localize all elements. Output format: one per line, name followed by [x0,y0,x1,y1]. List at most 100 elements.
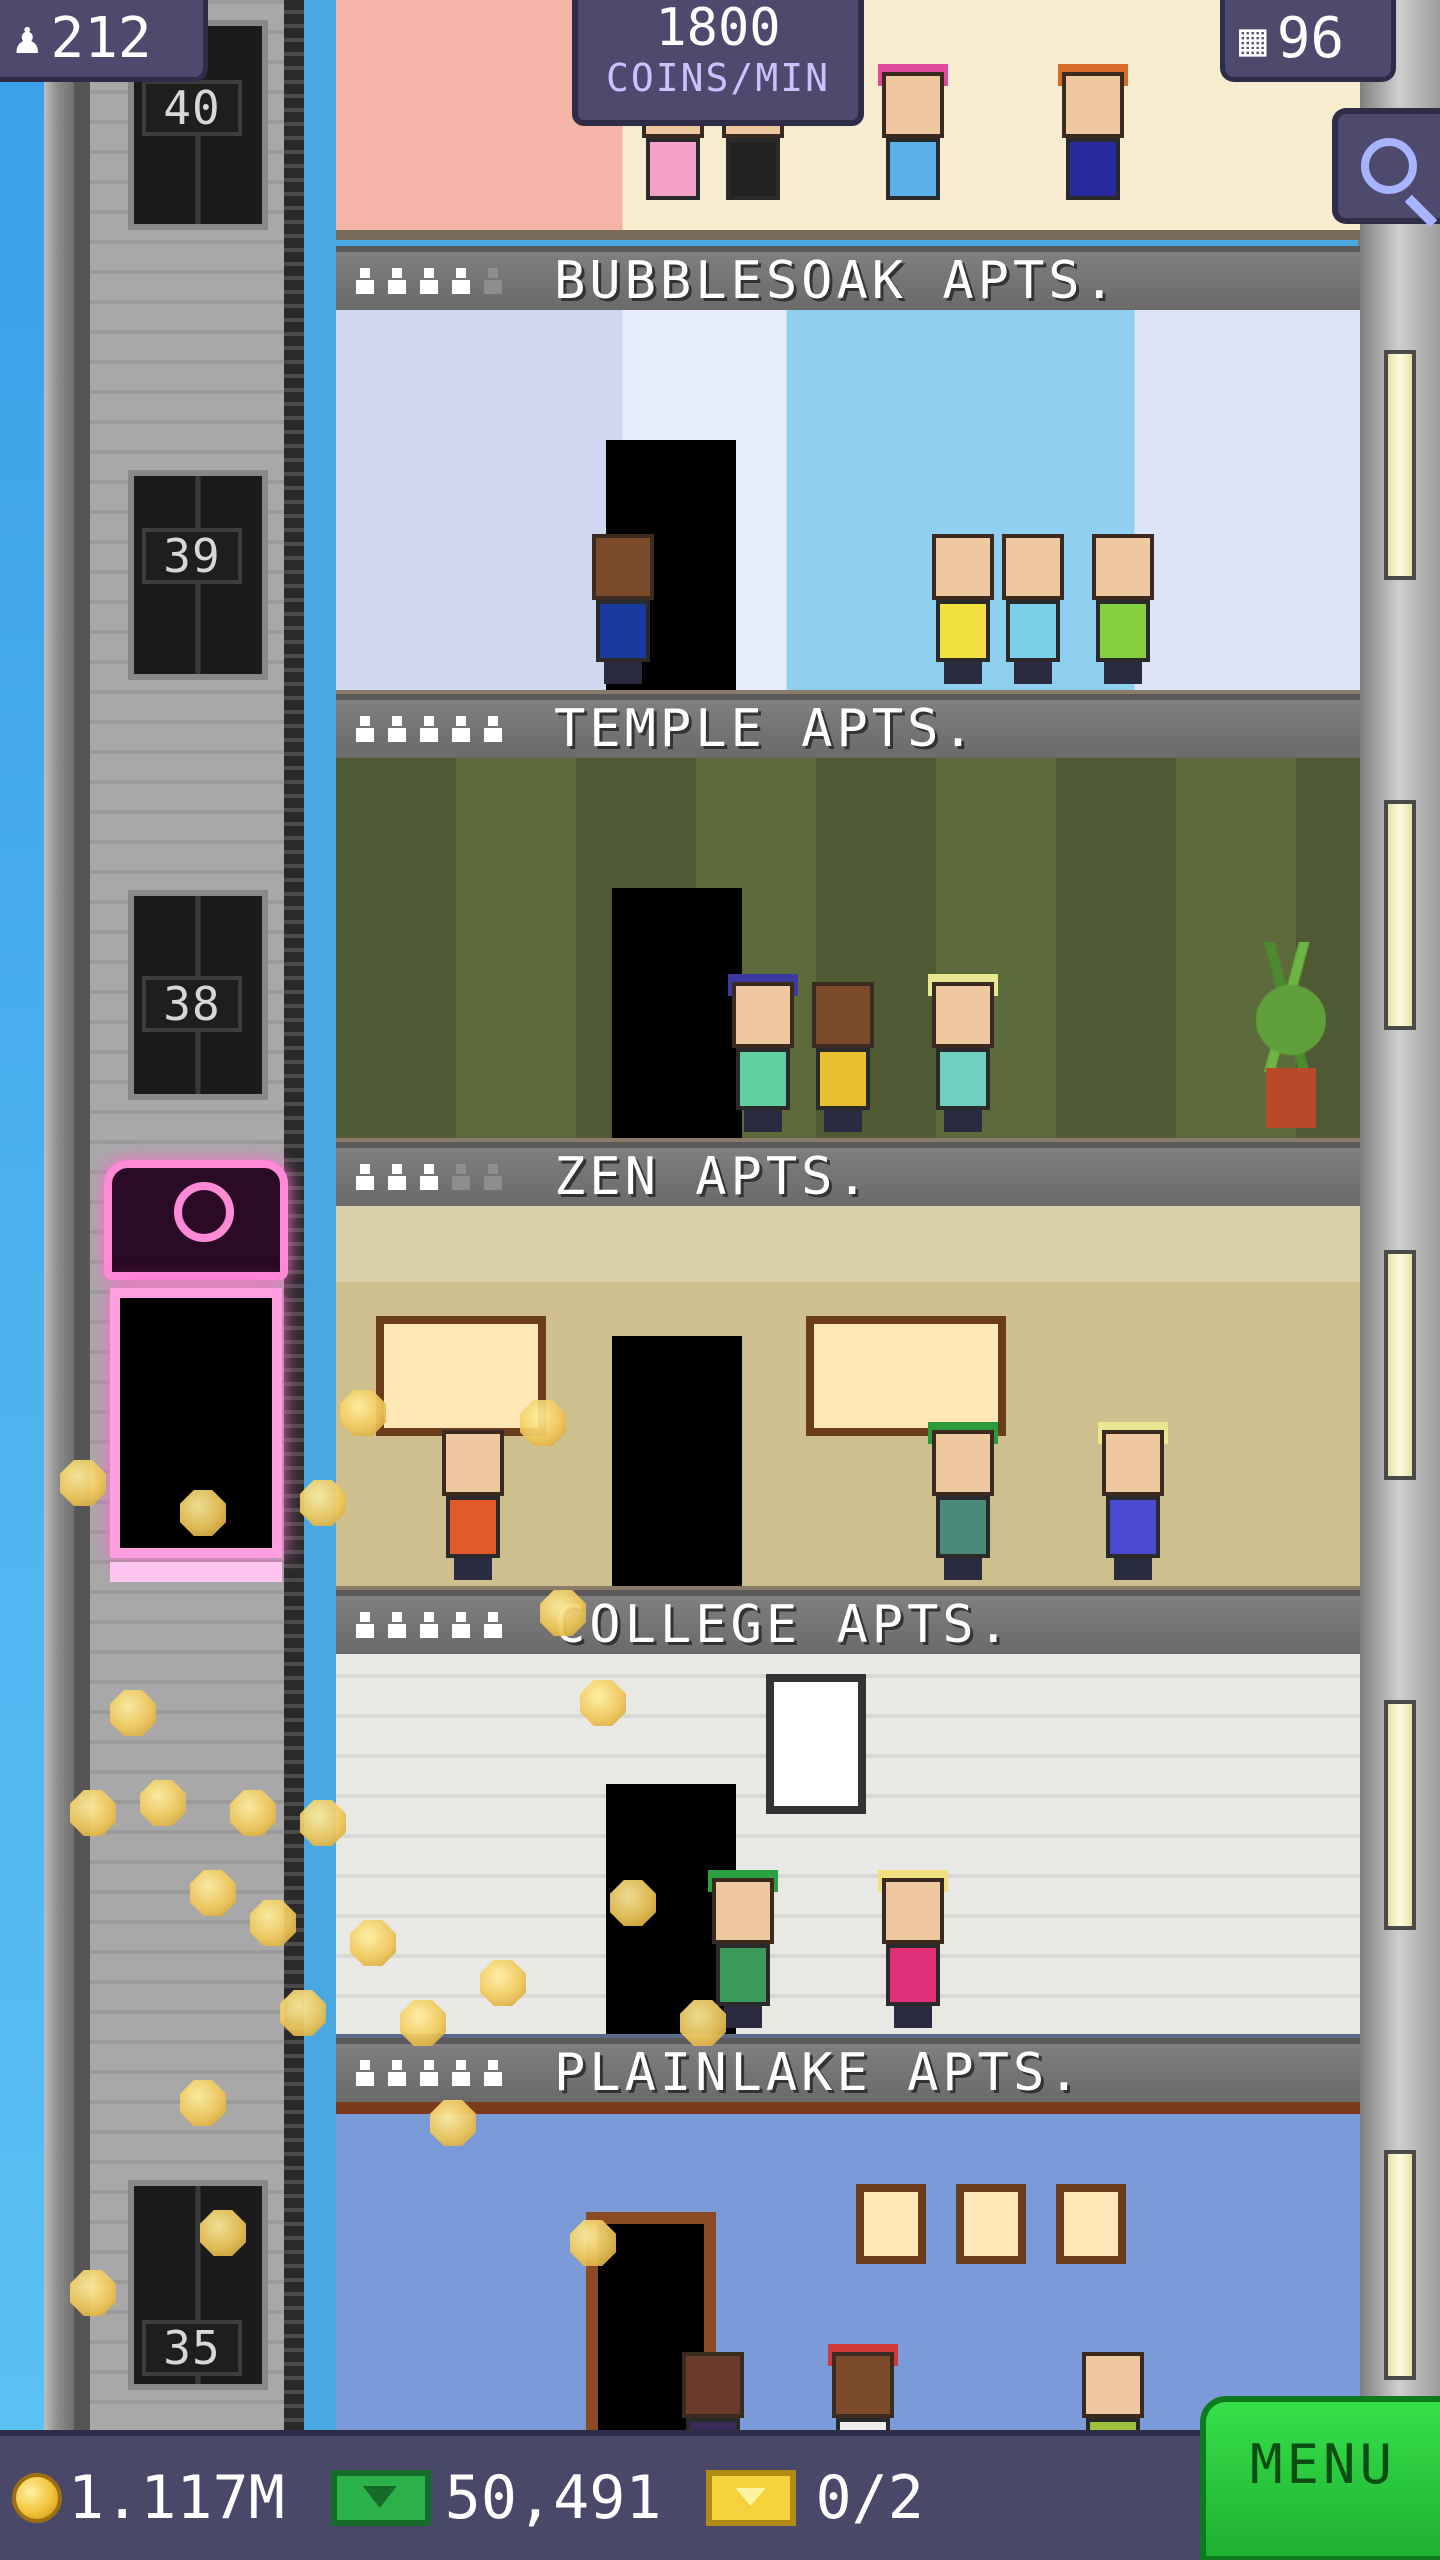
floor-name: ZEN APTS. [554,1147,872,1207]
wall-poster [766,1674,866,1814]
resident[interactable] [586,534,660,684]
room-interior [336,310,1360,700]
floor-temple[interactable]: TEMPLE APTS. [336,694,1360,1148]
falling-coin [610,1880,656,1926]
floor-zen[interactable]: ZEN APTS. [336,1142,1360,1596]
person-icon [482,2060,504,2086]
floor-bubblesoak[interactable]: BUBBLESOAK APTS. [336,246,1360,700]
falling-coin [110,1690,156,1736]
resident[interactable] [726,974,800,1132]
falling-coin [230,1790,276,1836]
population-value: 212 [50,6,152,71]
falling-coin [70,1790,116,1836]
falling-coin [480,1960,526,2006]
floor-header: ZEN APTS. [336,1142,1360,1207]
resident[interactable] [436,1430,510,1580]
falling-coin [680,2000,726,2046]
menu-button[interactable]: MENU [1200,2396,1440,2560]
person-icon [450,2060,472,2086]
person-icon [418,268,440,294]
person-icon [354,2060,376,2086]
falling-coin [190,1870,236,1916]
floor-header: BUBBLESOAK APTS. [336,246,1360,311]
resident[interactable] [1076,2352,1150,2442]
exterior-window-light [1384,350,1416,580]
building-icon: ▦ [1239,11,1267,66]
resident[interactable] [1056,64,1130,222]
resident[interactable] [996,534,1070,684]
room-interior [336,1206,1360,1596]
exterior-window-light [1384,1700,1416,1930]
resident[interactable] [1086,534,1160,684]
elevator-crown [104,1160,288,1280]
bottom-status-bar: 1.117M 50,491 0/2 MENU [0,2396,1440,2560]
person-icon [386,268,408,294]
person-icon [418,2060,440,2086]
person-icon [354,716,376,742]
person-icon [418,1164,440,1190]
population-counter[interactable]: ♟ 212 [0,0,208,82]
resident-capacity [354,716,554,742]
resident[interactable] [1096,1422,1170,1580]
resident[interactable] [826,2344,900,2442]
floor-name: COLLEGE APTS. [554,1595,1013,1655]
coin-icon [12,2473,62,2523]
falling-coin [580,1680,626,1726]
floor-number-label: 39 [142,528,242,584]
resident-capacity [354,1164,554,1190]
picture-frame [856,2184,926,2264]
left-exterior-wall [44,0,74,2560]
coins-value: 1.117M [68,2463,285,2533]
coins-per-minute-display[interactable]: 1800 COINS/MIN [572,0,864,126]
golden-ticket-icon [705,2470,796,2526]
tickets-value: 0/2 [815,2463,924,2533]
resident[interactable] [876,64,950,222]
resident[interactable] [876,1870,950,2028]
person-icon [386,716,408,742]
floor-header: TEMPLE APTS. [336,694,1360,759]
person-icon-empty [482,268,504,294]
falling-coin [300,1480,346,1526]
falling-coin [340,1390,386,1436]
falling-coin [60,1460,106,1506]
stories-value: 96 [1276,6,1345,71]
falling-coin [400,2000,446,2046]
stories-counter[interactable]: ▦ 96 [1220,0,1396,82]
person-icon [450,1612,472,1638]
person-icon [482,1612,504,1638]
person-icon [386,2060,408,2086]
room-interior [336,2102,1360,2442]
resident-capacity [354,2060,554,2086]
bux-value: 50,491 [444,2463,662,2533]
elevator-base [110,1562,282,1582]
person-icon [354,1164,376,1190]
floor-name: BUBBLESOAK APTS. [554,251,1119,311]
tower-bux-icon [330,2470,431,2526]
person-icon [386,1612,408,1638]
resident[interactable] [806,982,880,1132]
resident[interactable] [676,2352,750,2442]
floor-plainlake[interactable]: PLAINLAKE APTS. [336,2038,1360,2442]
resident[interactable] [926,534,1000,684]
room-interior [336,758,1360,1148]
wall-window [806,1316,1006,1436]
person-icon [354,268,376,294]
exterior-window-light [1384,1250,1416,1480]
picture-frame [956,2184,1026,2264]
falling-coin [250,1900,296,1946]
magnifier-icon [1361,138,1417,194]
resident[interactable] [926,974,1000,1132]
room-door [612,888,742,1138]
search-button[interactable] [1332,108,1440,224]
person-icon-empty [450,1164,472,1190]
coins-rate-unit: COINS/MIN [606,56,830,100]
exterior-window-light [1384,800,1416,1030]
resident[interactable] [926,1422,1000,1580]
resident-capacity [354,1612,554,1638]
population-icon: ♟ [14,13,41,64]
floor-header: COLLEGE APTS. [336,1590,1360,1655]
sky [0,0,44,2560]
falling-coin [350,1920,396,1966]
resident-capacity [354,268,554,294]
potted-plant [1256,942,1326,1128]
